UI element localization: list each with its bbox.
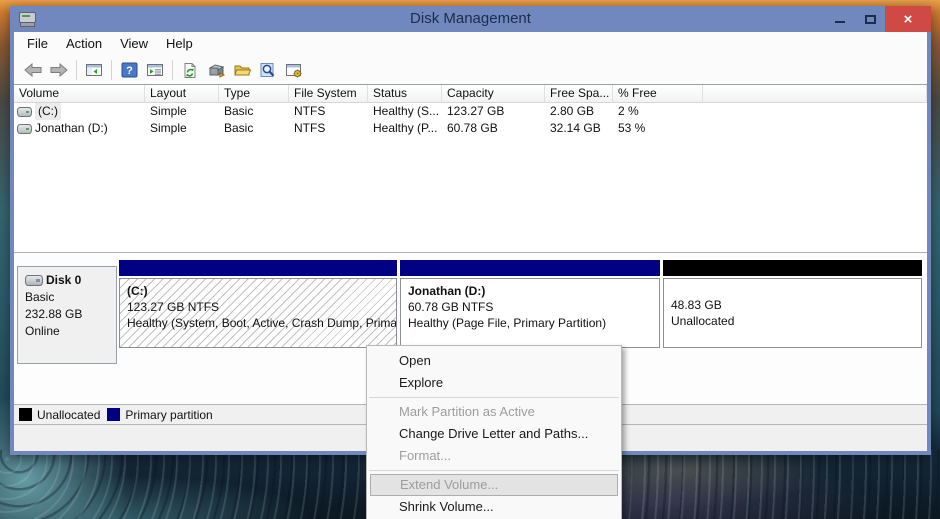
disk-icon [25, 275, 43, 286]
cell-type: Basic [219, 103, 289, 120]
unallocated-swatch [19, 408, 32, 421]
partition-unallocated[interactable]: 48.83 GB Unallocated [663, 260, 922, 348]
menu-item-extend-volume: Extend Volume... [370, 474, 618, 496]
header-file-system[interactable]: File System [289, 85, 368, 103]
partition-d-body: Jonathan (D:) 60.78 GB NTFS Healthy (Pag… [400, 278, 660, 348]
cell-capacity: 123.27 GB [442, 103, 545, 120]
cell-type: Basic [219, 120, 289, 137]
titlebar[interactable]: Disk Management × [10, 6, 931, 32]
toolbar-separator [76, 60, 77, 80]
cell-free-space: 32.14 GB [545, 120, 613, 137]
cell-layout: Simple [145, 120, 219, 137]
window-title: Disk Management [10, 6, 931, 32]
partition-d-color-bar [400, 260, 660, 276]
volume-name: (C:) [35, 103, 61, 120]
volume-name: Jonathan (D:) [35, 120, 108, 137]
header-free-space[interactable]: Free Spa... [545, 85, 613, 103]
cell-status: Healthy (P... [368, 120, 442, 137]
partition-context-menu: Open Explore Mark Partition as Active Ch… [366, 345, 622, 519]
cell-file-system: NTFS [289, 103, 368, 120]
menu-item-shrink-volume[interactable]: Shrink Volume... [367, 496, 621, 518]
volume-list: Volume Layout Type File System Status Ca… [14, 85, 927, 252]
partition-size: 60.78 GB NTFS [408, 299, 659, 315]
drive-icon [17, 124, 32, 134]
menu-bar: File Action View Help [14, 32, 927, 56]
close-button[interactable]: × [885, 6, 931, 32]
partition-health: Healthy (System, Boot, Active, Crash Dum… [127, 315, 396, 331]
partition-label: Unallocated [671, 313, 921, 329]
legend-label: Unallocated [37, 408, 100, 422]
disk-name: Disk 0 [46, 272, 81, 289]
menu-separator [369, 397, 619, 398]
menu-file[interactable]: File [18, 32, 57, 56]
minimize-button[interactable] [825, 6, 855, 32]
menu-item-mark-partition-active: Mark Partition as Active [367, 401, 621, 423]
partition-d[interactable]: Jonathan (D:) 60.78 GB NTFS Healthy (Pag… [400, 260, 660, 348]
partition-size: 123.27 GB NTFS [127, 299, 396, 315]
settings-icon[interactable] [282, 58, 306, 82]
disk-type: Basic [25, 289, 116, 306]
header-capacity[interactable]: Capacity [442, 85, 545, 103]
cell-capacity: 60.78 GB [442, 120, 545, 137]
refresh-icon[interactable] [178, 58, 202, 82]
partition-name: (C:) [127, 283, 396, 299]
cell-free-space: 2.80 GB [545, 103, 613, 120]
partition-size: 48.83 GB [671, 297, 921, 313]
open-folder-icon[interactable] [230, 58, 254, 82]
header-status[interactable]: Status [368, 85, 442, 103]
header-layout[interactable]: Layout [145, 85, 219, 103]
menu-item-explore[interactable]: Explore [367, 372, 621, 394]
maximize-icon [865, 15, 876, 24]
forward-icon[interactable] [47, 58, 71, 82]
partition-c-color-bar [119, 260, 397, 276]
header-filler [703, 85, 927, 103]
primary-partition-swatch [107, 408, 120, 421]
rescan-disks-icon[interactable] [204, 58, 228, 82]
menu-help[interactable]: Help [157, 32, 202, 56]
menu-view[interactable]: View [111, 32, 157, 56]
partition-health: Healthy (Page File, Primary Partition) [408, 315, 659, 331]
toolbar-separator [172, 60, 173, 80]
cell-layout: Simple [145, 103, 219, 120]
partition-c-body: (C:) 123.27 GB NTFS Healthy (System, Boo… [119, 278, 397, 348]
header-percent-free[interactable]: % Free [613, 85, 703, 103]
back-icon[interactable] [21, 58, 45, 82]
header-volume[interactable]: Volume [14, 85, 145, 103]
search-icon[interactable] [256, 58, 280, 82]
cell-file-system: NTFS [289, 120, 368, 137]
partition-name: Jonathan (D:) [408, 283, 659, 299]
svg-text:?: ? [126, 65, 133, 77]
menu-separator [369, 470, 619, 471]
partition-unallocated-body: 48.83 GB Unallocated [663, 278, 922, 348]
menu-item-format: Format... [367, 445, 621, 467]
table-row-volume-d[interactable]: Jonathan (D:) Simple Basic NTFS Healthy … [14, 120, 927, 137]
help-icon[interactable]: ? [117, 58, 141, 82]
partition-unallocated-color-bar [663, 260, 922, 276]
drive-icon [17, 107, 32, 117]
show-console-tree-icon[interactable] [82, 58, 106, 82]
cell-status: Healthy (S... [368, 103, 442, 120]
cell-percent-free: 2 % [613, 103, 703, 120]
minimize-icon [835, 21, 845, 23]
menu-item-change-drive-letter[interactable]: Change Drive Letter and Paths... [367, 423, 621, 445]
disk0-info-panel[interactable]: Disk 0 Basic 232.88 GB Online [17, 266, 117, 364]
toolbar-separator [111, 60, 112, 80]
menu-action[interactable]: Action [57, 32, 111, 56]
legend-label: Primary partition [125, 408, 212, 422]
header-type[interactable]: Type [219, 85, 289, 103]
maximize-button[interactable] [855, 6, 885, 32]
legend-primary-partition: Primary partition [107, 408, 212, 422]
cell-percent-free: 53 % [613, 120, 703, 137]
disk-size: 232.88 GB [25, 306, 116, 323]
disk-status: Online [25, 323, 116, 340]
table-row-volume-c[interactable]: (C:) Simple Basic NTFS Healthy (S... 123… [14, 103, 927, 120]
volume-list-header: Volume Layout Type File System Status Ca… [14, 85, 927, 103]
show-action-pane-icon[interactable] [143, 58, 167, 82]
partition-c[interactable]: (C:) 123.27 GB NTFS Healthy (System, Boo… [119, 260, 397, 348]
menu-item-open[interactable]: Open [367, 350, 621, 372]
toolbar: ? [14, 56, 927, 85]
legend-unallocated: Unallocated [19, 408, 100, 422]
